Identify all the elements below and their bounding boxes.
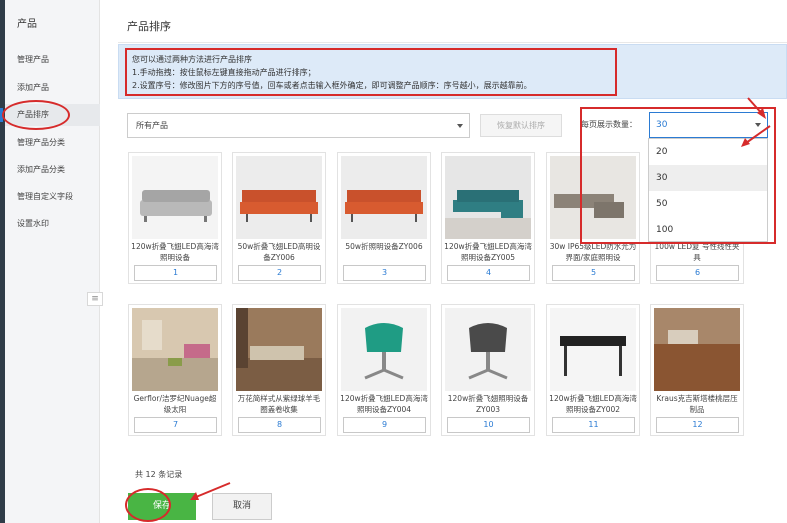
orange-sofa-image — [236, 156, 322, 239]
sidebar-item-manage-categories[interactable]: 管理产品分类 — [5, 132, 100, 154]
product-card[interactable]: 万花简样式从紫绿球羊毛圈盖卷收集 8 — [232, 304, 326, 436]
product-name: 100w LED复 号性线性夹具 — [654, 242, 740, 262]
product-card[interactable]: 120w折叠飞翅LED高海湾照明设备ZY005 4 — [441, 152, 535, 284]
sidebar-item-watermark[interactable]: 设置水印 — [5, 213, 100, 235]
order-input[interactable]: 8 — [238, 417, 321, 433]
sidebar-item-custom-fields[interactable]: 管理自定义字段 — [5, 186, 100, 208]
notice-panel: 您可以通过两种方法进行产品排序 1.手动拖拽：按住鼠标左键直接拖动产品进行排序；… — [118, 44, 787, 99]
caret-down-icon — [457, 124, 463, 128]
annotation-circle — [125, 488, 171, 522]
notice-line: 1.手动拖拽：按住鼠标左键直接拖动产品进行排序； — [132, 68, 316, 77]
product-name: 120w折叠飞翅LED高海湾照明设备ZY002 — [549, 394, 637, 414]
notice-line: 2.设置序号：修改图片下方的序号值，回车或者点击输入框外确定，即可调整产品顺序：… — [132, 81, 532, 90]
sidebar-title: 产品 — [17, 19, 37, 30]
teal-chair-image — [341, 308, 427, 391]
product-name: 50w折叠飞翅LED高明设备ZY006 — [237, 242, 321, 262]
teal-sofa-image — [445, 156, 531, 239]
room-floor-image — [132, 308, 218, 391]
annotation-circle — [2, 100, 70, 130]
sidebar-item-add-product[interactable]: 添加产品 — [5, 77, 100, 99]
product-card[interactable]: Gerflor/洁罗纪Nuage超级太阳 7 — [128, 304, 222, 436]
order-input[interactable]: 3 — [343, 265, 426, 281]
product-card[interactable]: 50w折叠飞翅LED高明设备ZY006 2 — [232, 152, 326, 284]
order-input[interactable]: 10 — [447, 417, 530, 433]
black-table-image — [550, 308, 636, 391]
annotation-box — [580, 107, 776, 244]
order-input[interactable]: 7 — [134, 417, 217, 433]
product-name: 万花简样式从紫绿球羊毛圈盖卷收集 — [237, 394, 321, 414]
orange-sofa-image — [341, 156, 427, 239]
sidebar-item-add-category[interactable]: 添加产品分类 — [5, 159, 100, 181]
gray-chair-image — [445, 308, 531, 391]
annotation-box: 您可以通过两种方法进行产品排序 1.手动拖拽：按住鼠标左键直接拖动产品进行排序；… — [125, 48, 617, 96]
order-input[interactable]: 12 — [656, 417, 739, 433]
record-count: 共 12 条记录 — [135, 470, 183, 479]
sidebar: 产品 管理产品 添加产品 产品排序 管理产品分类 添加产品分类 管理自定义字段 … — [0, 0, 103, 523]
product-card[interactable]: 120w折叠飞翅LED高海湾照明设备 1 — [128, 152, 222, 284]
wood-floor-image — [654, 308, 740, 391]
product-name: 120w折叠飞翅LED高海湾照明设备ZY005 — [444, 242, 532, 262]
sidebar-item-manage-products[interactable]: 管理产品 — [5, 49, 100, 71]
order-input[interactable]: 9 — [343, 417, 426, 433]
product-card[interactable]: 120w折叠飞翅照明设备ZY003 10 — [441, 304, 535, 436]
order-input[interactable]: 1 — [134, 265, 217, 281]
list-icon[interactable]: ≡ — [87, 292, 103, 306]
product-name: 120w折叠飞翅LED高海湾照明设备ZY004 — [340, 394, 428, 414]
order-input[interactable]: 2 — [238, 265, 321, 281]
product-name: 120w折叠飞翅LED高海湾照明设备 — [131, 242, 219, 262]
page-title: 产品排序 — [127, 20, 171, 33]
product-name: 50w折照明设备ZY006 — [345, 242, 423, 251]
product-name: 30w IP65级LED防水光为界面/家庭照明设 — [549, 242, 637, 262]
living-room-image — [236, 308, 322, 391]
product-name: Kraus克吉斯塔楼桃层压制品 — [656, 394, 738, 414]
gray-sofa-image — [132, 156, 218, 239]
product-name: 120w折叠飞翅照明设备ZY003 — [447, 394, 529, 414]
product-card[interactable]: 120w折叠飞翅LED高海湾照明设备ZY004 9 — [337, 304, 431, 436]
order-input[interactable]: 4 — [447, 265, 530, 281]
category-select[interactable]: 所有产品 — [127, 113, 470, 138]
order-input[interactable]: 6 — [656, 265, 739, 281]
product-card[interactable]: 50w折照明设备ZY006 3 — [337, 152, 431, 284]
product-name: Gerflor/洁罗纪Nuage超级太阳 — [133, 394, 217, 414]
divider — [118, 42, 787, 43]
main-panel: 产品排序 您可以通过两种方法进行产品排序 1.手动拖拽：按住鼠标左键直接拖动产品… — [109, 0, 787, 523]
notice-line: 您可以通过两种方法进行产品排序 — [132, 55, 252, 64]
category-select-value: 所有产品 — [136, 121, 168, 130]
product-card[interactable]: 120w折叠飞翅LED高海湾照明设备ZY002 11 — [546, 304, 640, 436]
cancel-button[interactable]: 取消 — [212, 493, 272, 520]
order-input[interactable]: 11 — [552, 417, 635, 433]
product-card[interactable]: Kraus克吉斯塔楼桃层压制品 12 — [650, 304, 744, 436]
order-input[interactable]: 5 — [552, 265, 635, 281]
restore-default-sort-button[interactable]: 恢复默认排序 — [480, 114, 562, 137]
